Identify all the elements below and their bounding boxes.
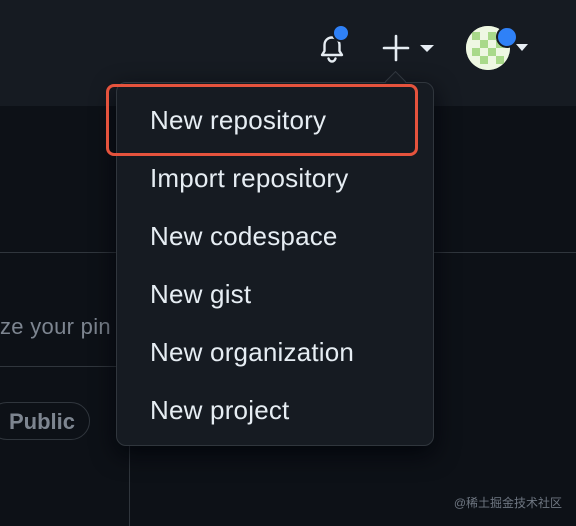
- highlight-outline: [106, 84, 418, 156]
- status-indicator-dot: [496, 26, 518, 48]
- menu-item-new-project[interactable]: New project: [117, 381, 433, 439]
- user-menu-button[interactable]: [466, 26, 530, 74]
- caret-down-icon: [516, 44, 528, 51]
- github-page: ze your pin Public New repository Import…: [0, 0, 576, 526]
- watermark: @稀土掘金技术社区: [453, 496, 562, 510]
- pins-hint-text: ze your pin: [0, 314, 111, 339]
- notifications-button[interactable]: [314, 24, 350, 66]
- menu-item-new-organization[interactable]: New organization: [117, 323, 433, 381]
- menu-item-new-gist[interactable]: New gist: [117, 265, 433, 323]
- card-divider: [0, 366, 130, 367]
- column-divider: [129, 446, 130, 526]
- plus-icon: [382, 34, 410, 62]
- menu-item-import-repository[interactable]: Import repository: [117, 149, 433, 207]
- unread-indicator-dot: [332, 24, 350, 42]
- caret-down-icon: [420, 45, 434, 52]
- create-new-button[interactable]: [380, 32, 438, 64]
- visibility-badge: Public: [0, 402, 91, 440]
- menu-item-new-codespace[interactable]: New codespace: [117, 207, 433, 265]
